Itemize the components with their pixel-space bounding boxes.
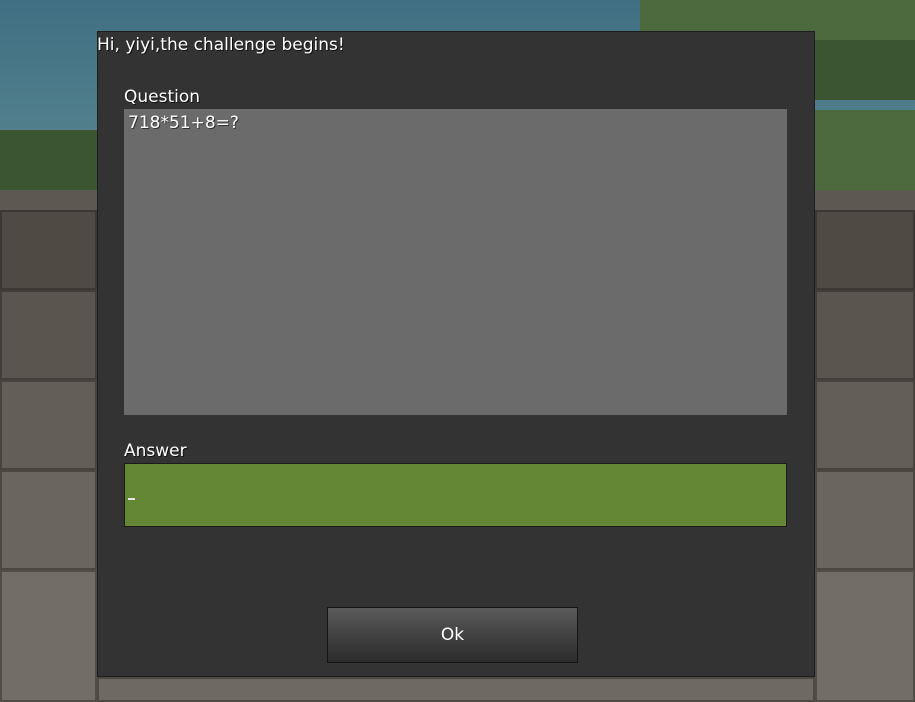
ok-button[interactable]: Ok [327,607,578,663]
terrain-block [97,677,815,702]
terrain-block [815,210,915,290]
terrain-block [815,470,915,570]
terrain-block [0,290,97,380]
question-label: Question [124,87,201,107]
dialog-title: Hi, yiyi,the challenge begins! [97,35,345,55]
question-box: 718*51+8=? [124,109,787,415]
answer-input[interactable] [124,463,787,527]
terrain-block [0,470,97,570]
answer-label: Answer [124,441,187,461]
terrain-block [815,290,915,380]
question-text: 718*51+8=? [128,113,239,133]
tree-foliage [815,110,915,200]
terrain-block [0,380,97,470]
text-cursor [128,498,135,500]
challenge-dialog: Hi, yiyi,the challenge begins! Question … [97,31,815,677]
terrain-block [0,570,97,702]
terrain-block [815,380,915,470]
terrain-block [815,570,915,702]
tree-foliage [815,40,915,100]
terrain-block [0,210,97,290]
